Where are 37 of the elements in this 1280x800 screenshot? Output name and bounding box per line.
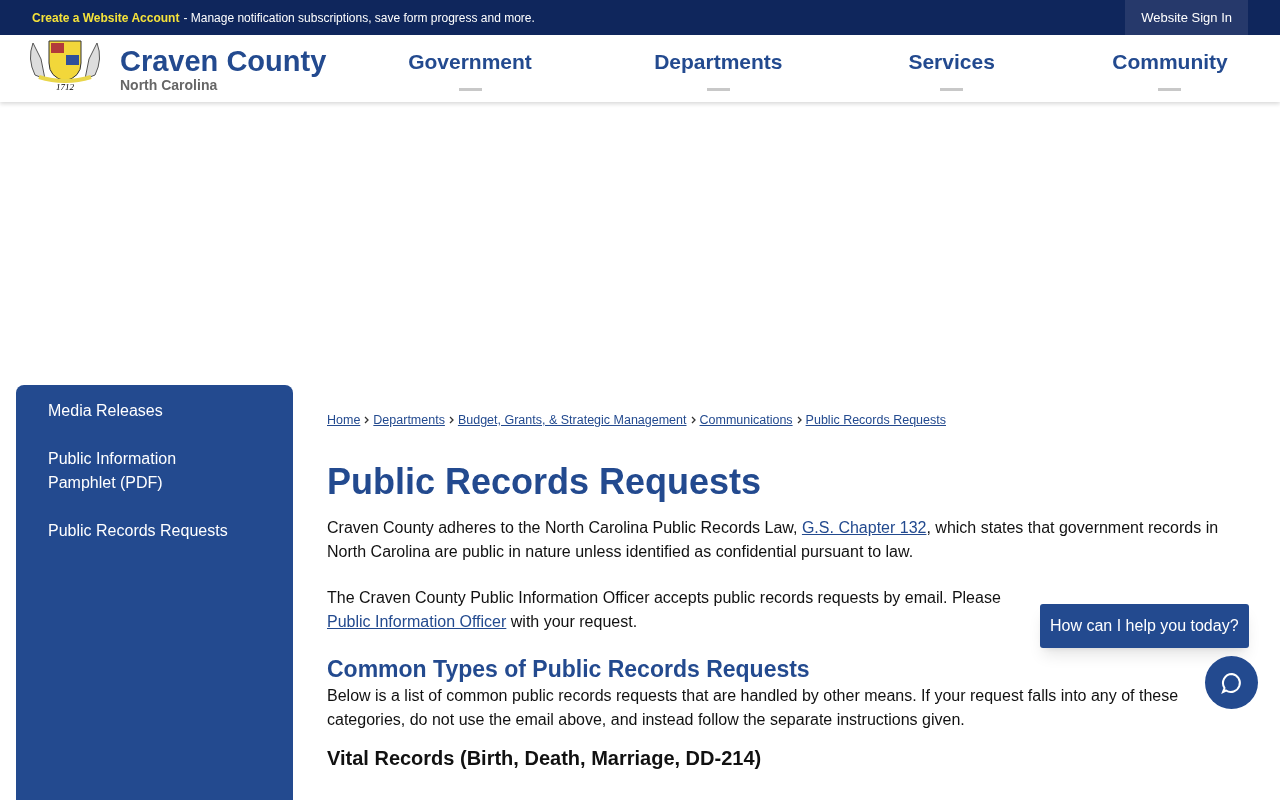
sidebar-link[interactable]: Public Information Pamphlet (PDF) <box>48 447 228 495</box>
nav-underline <box>1158 87 1182 91</box>
banner-message: - Manage notification subscriptions, save form progress and more. <box>183 9 535 27</box>
chevron-icon <box>448 416 454 425</box>
body-paragraph: Below is a list of common public records requests that are handled by other means. If your request falls into any of these categories, do not use the email above, and instead follow the separate instructions given. <box>327 685 1180 730</box>
inline-link[interactable]: G.S. Chapter 132 <box>801 518 927 536</box>
account-link[interactable]: Create a Website Account <box>32 8 180 27</box>
nav-underline <box>940 87 964 91</box>
nav-link[interactable]: Departments <box>654 46 783 78</box>
chat-icon <box>1219 670 1244 695</box>
body-paragraph: Craven County adheres to the North Carolina Public Records Law, G.S. Chapter 132, which states that government records in North Carolina are public in nature unless identified as confidential pursuant to law. <box>327 517 1220 562</box>
chevron-icon <box>796 416 802 425</box>
chat-button[interactable] <box>1205 656 1258 709</box>
breadcrumb-link[interactable]: Departments <box>373 411 445 430</box>
sidebar-link[interactable]: Public Records Requests <box>48 519 228 543</box>
sign-in-button[interactable]: Website Sign In <box>1125 0 1248 35</box>
chevron-icon <box>364 416 370 425</box>
sidebar-link[interactable]: Media Releases <box>48 399 228 423</box>
nav-link[interactable]: Services <box>908 46 995 78</box>
site-subtitle: North Carolina <box>120 77 219 92</box>
inline-link[interactable]: Public Information Officer <box>327 612 507 630</box>
nav-link[interactable]: Community <box>1112 46 1228 78</box>
breadcrumb-link[interactable]: Public Records Requests <box>805 411 946 430</box>
county-seal-logo[interactable]: 1712 <box>22 38 108 99</box>
breadcrumb-link[interactable]: Budget, Grants, & Strategic Management <box>457 411 687 430</box>
breadcrumb-link[interactable]: Home <box>327 411 361 430</box>
section-heading: Common Types of Public Records Requests <box>327 654 810 684</box>
subheading: Vital Records (Birth, Death, Marriage, DD-214) <box>327 745 763 770</box>
chat-prompt[interactable]: How can I help you today? <box>1040 604 1249 648</box>
nav-underline <box>706 87 730 91</box>
site-title[interactable]: Craven County <box>120 45 360 76</box>
page-title: Public Records Requests <box>327 459 763 504</box>
nav-underline <box>458 87 482 91</box>
chevron-icon <box>690 416 696 425</box>
body-paragraph: The Craven County Public Information Officer accepts public records requests by email. Please <box>327 587 1002 608</box>
breadcrumb-link[interactable]: Communications <box>699 411 793 430</box>
nav-link[interactable]: Government <box>408 46 532 78</box>
